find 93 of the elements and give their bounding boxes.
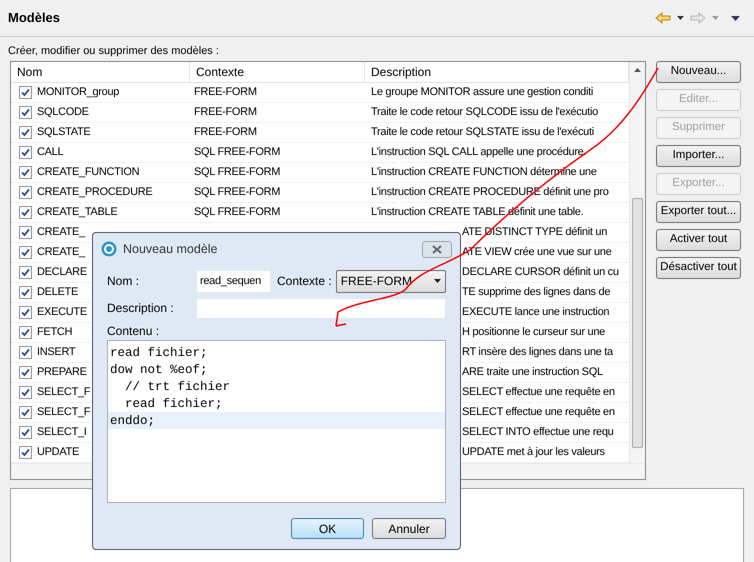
- column-header[interactable]: Contexte: [190, 62, 365, 82]
- action-button[interactable]: Activer tout: [656, 229, 741, 251]
- template-description: L'instruction SQL CALL appelle une procédure.: [371, 146, 586, 158]
- template-description: TE supprime des lignes dans de: [462, 286, 610, 298]
- template-description: Traite le code retour SQLCODE issu de l'exécutio: [371, 106, 598, 118]
- view-description: Créer, modifier ou supprimer des modèles :: [8, 45, 219, 57]
- template-context: FREE-FORM: [194, 106, 257, 118]
- cancel-button[interactable]: Annuler: [372, 518, 446, 539]
- template-description: Le groupe MONITOR assure une gestion conditi: [371, 86, 594, 98]
- checkbox[interactable]: [19, 366, 32, 379]
- checkbox[interactable]: [19, 306, 32, 319]
- close-button[interactable]: [422, 240, 452, 258]
- action-button[interactable]: Désactiver tout: [656, 257, 741, 279]
- template-description: DECLARE CURSOR définit un cu: [462, 266, 619, 278]
- template-name: CREATE_TABLE: [37, 205, 118, 220]
- dropdown-icon[interactable]: [677, 16, 684, 20]
- template-name: SELECT_I: [37, 425, 87, 440]
- field-label: Description :: [107, 300, 175, 317]
- template-description: ARE traite une instruction SQL: [462, 366, 603, 378]
- template-description: Traite le code retour SQLSTATE issu de l'exécuti: [371, 126, 594, 138]
- view-title: Modèles: [8, 9, 60, 28]
- field-label: Contenu :: [107, 323, 160, 340]
- template-name: SELECT_F: [37, 405, 90, 420]
- template-name: FETCH: [37, 325, 72, 340]
- template-description: L'instruction CREATE TABLE définit une table.: [371, 206, 584, 218]
- template-context: FREE-FORM: [194, 86, 257, 98]
- close-icon: [432, 244, 442, 254]
- dialog-title: Nouveau modèle: [123, 240, 218, 258]
- template-description: SELECT effectue une requête en: [462, 406, 615, 418]
- template-name: CREATE_: [37, 225, 85, 240]
- content-editor[interactable]: read fichier; dow not %eof; // trt fichier read fichier; enddo;: [107, 340, 446, 503]
- checkbox[interactable]: [19, 126, 32, 139]
- template-description: EXECUTE lance une instruction: [462, 306, 610, 318]
- checkbox[interactable]: [19, 186, 32, 199]
- checkbox[interactable]: [19, 346, 32, 359]
- checkbox[interactable]: [19, 106, 32, 119]
- template-context: SQL FREE-FORM: [194, 186, 280, 198]
- vertical-scrollbar[interactable]: [629, 62, 645, 463]
- checkbox[interactable]: [19, 266, 32, 279]
- checkbox[interactable]: [19, 326, 32, 339]
- context-dropdown[interactable]: FREE-FORM: [336, 270, 446, 292]
- template-name: DECLARE: [37, 265, 87, 280]
- checkbox[interactable]: [19, 86, 32, 99]
- template-name: DELETE: [37, 285, 78, 300]
- template-name: SQLSTATE: [37, 125, 90, 140]
- template-context: SQL FREE-FORM: [194, 166, 280, 178]
- view-menu-icon[interactable]: [731, 16, 740, 20]
- template-name: CREATE_PROCEDURE: [37, 185, 152, 200]
- action-button[interactable]: Importer...: [656, 145, 741, 167]
- checkbox[interactable]: [19, 226, 32, 239]
- template-description: H positionne le curseur sur une: [462, 326, 605, 338]
- field-label: Contexte :: [277, 273, 332, 290]
- field-label: Nom :: [107, 273, 140, 290]
- code-line: dow not %eof;: [109, 362, 209, 378]
- column-header[interactable]: Nom: [11, 62, 190, 82]
- checkbox[interactable]: [19, 146, 32, 159]
- template-name: CALL: [37, 145, 64, 160]
- code-line: read fichier;: [124, 396, 224, 412]
- template-description: RT insère des lignes dans une ta: [462, 346, 613, 358]
- action-button[interactable]: Exporter tout...: [656, 201, 741, 223]
- code-line: // trt fichier: [124, 379, 232, 395]
- ok-button[interactable]: OK: [291, 518, 364, 539]
- template-name: CREATE_: [37, 245, 85, 260]
- checkbox[interactable]: [19, 206, 32, 219]
- template-context: FREE-FORM: [194, 126, 257, 138]
- app-icon: [101, 241, 117, 257]
- template-name: INSERT: [37, 345, 76, 360]
- checkbox[interactable]: [19, 426, 32, 439]
- checkbox[interactable]: [19, 446, 32, 459]
- checkbox[interactable]: [19, 166, 32, 179]
- checkbox[interactable]: [19, 286, 32, 299]
- template-name: CREATE_FUNCTION: [37, 165, 140, 180]
- checkbox[interactable]: [19, 386, 32, 399]
- checkbox[interactable]: [19, 246, 32, 259]
- scroll-up-icon[interactable]: [634, 68, 641, 72]
- back-arrow-icon[interactable]: [655, 12, 671, 24]
- template-name: EXECUTE: [37, 305, 87, 320]
- template-name: PREPARE: [37, 365, 87, 380]
- template-description: SELECT effectue une requête en: [462, 386, 615, 398]
- template-description: SELECT INTO effectue une requ: [462, 426, 614, 438]
- action-button[interactable]: Nouveau...: [656, 61, 741, 83]
- template-context: SQL FREE-FORM: [194, 206, 280, 218]
- code-line: read fichier;: [109, 345, 209, 361]
- template-name: MONITOR_group: [37, 85, 120, 100]
- caret-icon: [434, 279, 441, 283]
- template-name: SQLCODE: [37, 105, 89, 120]
- template-description: UPDATE met à jour les valeurs: [462, 446, 605, 458]
- template-name: UPDATE: [37, 445, 80, 460]
- name-field[interactable]: read_sequen: [196, 270, 271, 292]
- description-field[interactable]: [196, 298, 446, 318]
- template-name: SELECT_F: [37, 385, 90, 400]
- template-context: SQL FREE-FORM: [194, 146, 280, 158]
- checkbox[interactable]: [19, 406, 32, 419]
